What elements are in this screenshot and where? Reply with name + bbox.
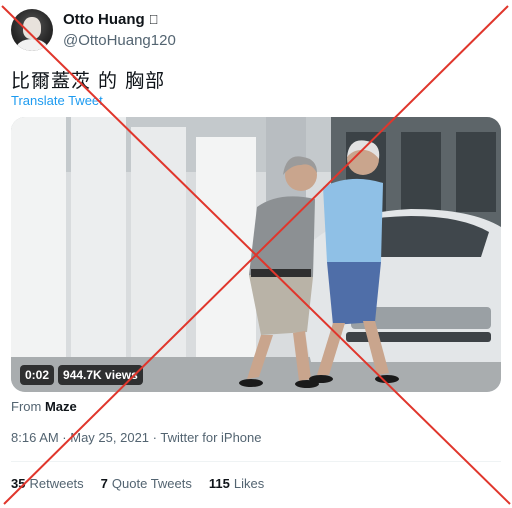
video-stats: 0:02 944.7K views bbox=[20, 365, 143, 385]
avatar-body bbox=[16, 39, 48, 51]
apple-icon:  bbox=[149, 13, 159, 26]
source-name-link[interactable]: Maze bbox=[45, 399, 77, 414]
quote-tweets-stat[interactable]: 7 Quote Tweets bbox=[101, 476, 192, 491]
source-prefix: From bbox=[11, 399, 42, 414]
likes-label: Likes bbox=[233, 476, 265, 491]
divider-top bbox=[11, 461, 501, 462]
tweet-text: 比爾蓋茨 的 胸部 bbox=[11, 70, 166, 92]
video-source: From Maze bbox=[11, 399, 77, 414]
avatar-face bbox=[23, 17, 41, 39]
likes-stat[interactable]: 115 Likes bbox=[209, 476, 264, 491]
quote-tweets-label: Quote Tweets bbox=[111, 476, 192, 491]
retweets-count: 35 bbox=[11, 476, 26, 491]
translate-tweet-link[interactable]: Translate Tweet bbox=[11, 93, 103, 108]
video-frame bbox=[11, 117, 501, 392]
engagement-stats: 35 Retweets 7 Quote Tweets 115 Likes bbox=[11, 476, 264, 491]
avatar[interactable] bbox=[11, 9, 53, 51]
likes-count: 115 bbox=[208, 476, 230, 491]
tweet-timestamp[interactable]: 8:16 AM · May 25, 2021 · Twitter for iPh… bbox=[11, 430, 262, 445]
video-views: 944.7K views bbox=[58, 365, 143, 385]
video-duration: 0:02 bbox=[20, 365, 55, 385]
author-name-row[interactable]: Otto Huang  bbox=[63, 11, 158, 28]
video-player[interactable] bbox=[11, 117, 501, 392]
author-name[interactable]: Otto Huang bbox=[63, 11, 145, 28]
retweets-stat[interactable]: 35 Retweets bbox=[11, 476, 84, 491]
author-handle[interactable]: @OttoHuang120 bbox=[63, 32, 176, 49]
quote-tweets-count: 7 bbox=[100, 476, 108, 491]
retweets-label: Retweets bbox=[29, 476, 84, 491]
